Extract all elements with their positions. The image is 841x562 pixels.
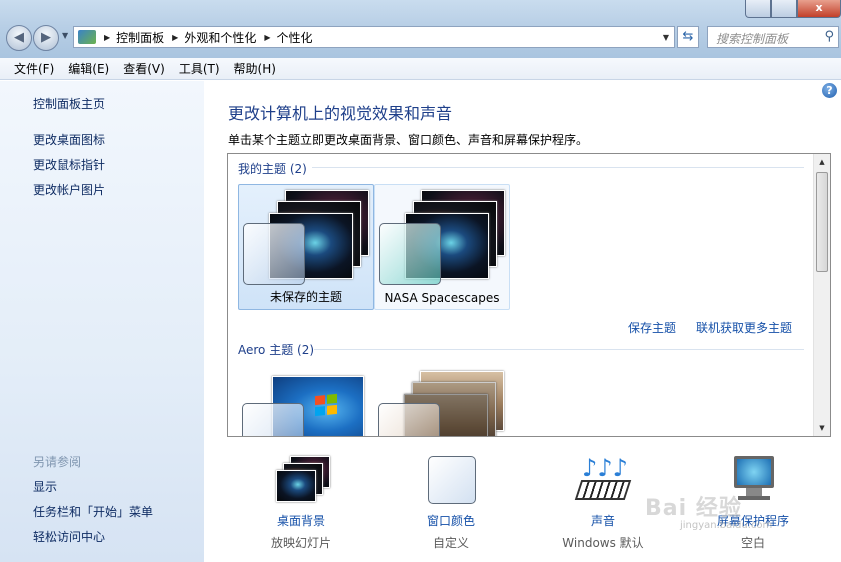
desktop-background-title[interactable]: 桌面背景 <box>246 512 356 529</box>
theme-name: 未保存的主题 <box>269 290 342 304</box>
breadcrumb-separator-icon[interactable]: ▶ <box>104 33 110 42</box>
aero-themes-heading: Aero 主题 (2) <box>238 343 315 357</box>
minimize-button[interactable] <box>745 0 771 18</box>
sidebar-link-mouse-pointers[interactable]: 更改鼠标指针 <box>33 156 105 173</box>
windows-logo-icon <box>315 393 337 417</box>
address-bar[interactable]: ▶ 控制面板 ▶ 外观和个性化 ▶ 个性化 ▼ <box>73 26 675 48</box>
breadcrumb-separator-icon[interactable]: ▶ <box>264 33 270 42</box>
window-color-swatch <box>242 403 304 436</box>
screen-saver-value: 空白 <box>740 536 765 550</box>
theme-list-scrollbar[interactable]: ▲ ▼ <box>813 154 830 436</box>
breadcrumb-personalization[interactable]: 个性化 <box>277 29 313 46</box>
theme-tile-unsaved[interactable]: 未保存的主题 <box>238 184 374 310</box>
scroll-down-icon[interactable]: ▼ <box>814 420 830 436</box>
scrollbar-thumb[interactable] <box>816 172 828 272</box>
breadcrumb-separator-icon[interactable]: ▶ <box>172 33 178 42</box>
window-color-icon <box>426 456 478 504</box>
menu-view[interactable]: 查看(V) <box>123 60 165 77</box>
sidebar-link-desktop-icons[interactable]: 更改桌面图标 <box>33 131 105 148</box>
theme-name: NASA Spacescapes <box>384 291 500 305</box>
breadcrumb-appearance[interactable]: 外观和个性化 <box>184 29 256 46</box>
menu-edit[interactable]: 编辑(E) <box>68 60 109 77</box>
sounds-icon: ♪♪♪ <box>574 456 632 504</box>
sidebar-link-display[interactable]: 显示 <box>33 478 57 495</box>
theme-tile-nasa[interactable]: NASA Spacescapes <box>374 184 510 310</box>
recent-pages-dropdown[interactable]: ▼ <box>62 31 68 40</box>
get-more-themes-link[interactable]: 联机获取更多主题 <box>696 319 792 336</box>
back-button[interactable]: ◀ <box>6 25 32 51</box>
scroll-up-icon[interactable]: ▲ <box>814 154 830 170</box>
sidebar-link-account-picture[interactable]: 更改帐户图片 <box>33 181 105 198</box>
page-title: 更改计算机上的视觉效果和声音 <box>228 104 453 123</box>
menu-bar: 文件(F) 编辑(E) 查看(V) 工具(T) 帮助(H) <box>0 58 841 80</box>
search-placeholder: 搜索控制面板 <box>716 32 789 46</box>
window-controls: x <box>745 0 841 18</box>
search-icon[interactable]: ⚲ <box>824 29 834 44</box>
window-color-swatch <box>378 403 440 436</box>
close-button[interactable]: x <box>797 0 841 18</box>
window-color-value: 自定义 <box>432 536 469 550</box>
help-icon[interactable]: ? <box>822 83 837 98</box>
save-theme-link[interactable]: 保存主题 <box>628 319 676 336</box>
window-color-swatch <box>379 223 441 285</box>
search-input[interactable]: 搜索控制面板 ⚲ <box>707 26 839 48</box>
window-color-title[interactable]: 窗口颜色 <box>396 512 506 529</box>
sidebar-link-ease-of-access[interactable]: 轻松访问中心 <box>33 528 105 545</box>
desktop-background-icon <box>276 456 330 504</box>
sidebar-link-taskbar[interactable]: 任务栏和「开始」菜单 <box>33 503 153 520</box>
menu-tools[interactable]: 工具(T) <box>179 60 220 77</box>
sounds-title[interactable]: 声音 <box>548 512 658 529</box>
forward-button[interactable]: ▶ <box>33 25 59 51</box>
arrow-right-icon: ▶ <box>41 30 51 45</box>
sounds-value: Windows 默认 <box>562 536 644 550</box>
window-chrome: x ◀ ▶ ▼ ▶ 控制面板 ▶ 外观和个性化 ▶ 个性化 ▼ ⇆ 搜索控制面板… <box>0 0 841 58</box>
main-content: ? 更改计算机上的视觉效果和声音 单击某个主题立即更改桌面背景、窗口颜色、声音和… <box>204 81 841 562</box>
group-divider <box>312 167 804 168</box>
group-divider <box>314 349 804 350</box>
theme-tile-windows7[interactable] <box>238 366 374 436</box>
sidebar-link-home[interactable]: 控制面板主页 <box>33 95 105 112</box>
chevron-down-icon[interactable]: ▼ <box>658 33 674 42</box>
menu-help[interactable]: 帮助(H) <box>234 60 276 77</box>
refresh-button[interactable]: ⇆ <box>677 26 699 48</box>
arrow-left-icon: ◀ <box>14 30 24 45</box>
window-color-swatch <box>243 223 305 285</box>
theme-tile-architecture[interactable] <box>374 366 510 436</box>
my-themes-heading: 我的主题 (2) <box>238 162 307 176</box>
maximize-button[interactable] <box>771 0 797 18</box>
desktop-background-value: 放映幻灯片 <box>270 536 331 550</box>
see-also-heading: 另请参阅 <box>33 455 82 469</box>
watermark-logo: Bai 经验 <box>645 496 742 521</box>
watermark-url: jingyan.baidu.com <box>680 520 773 531</box>
theme-list: 我的主题 (2) 未保存的主题 NASA Spacescapes 保存主题 联机… <box>227 153 831 437</box>
menu-file[interactable]: 文件(F) <box>14 60 54 77</box>
control-panel-icon <box>78 30 96 44</box>
sidebar: 控制面板主页 更改桌面图标 更改鼠标指针 更改帐户图片 另请参阅 显示 任务栏和… <box>0 81 204 562</box>
refresh-icon: ⇆ <box>682 29 694 44</box>
page-description: 单击某个主题立即更改桌面背景、窗口颜色、声音和屏幕保护程序。 <box>228 133 589 147</box>
breadcrumb-control-panel[interactable]: 控制面板 <box>116 29 164 46</box>
